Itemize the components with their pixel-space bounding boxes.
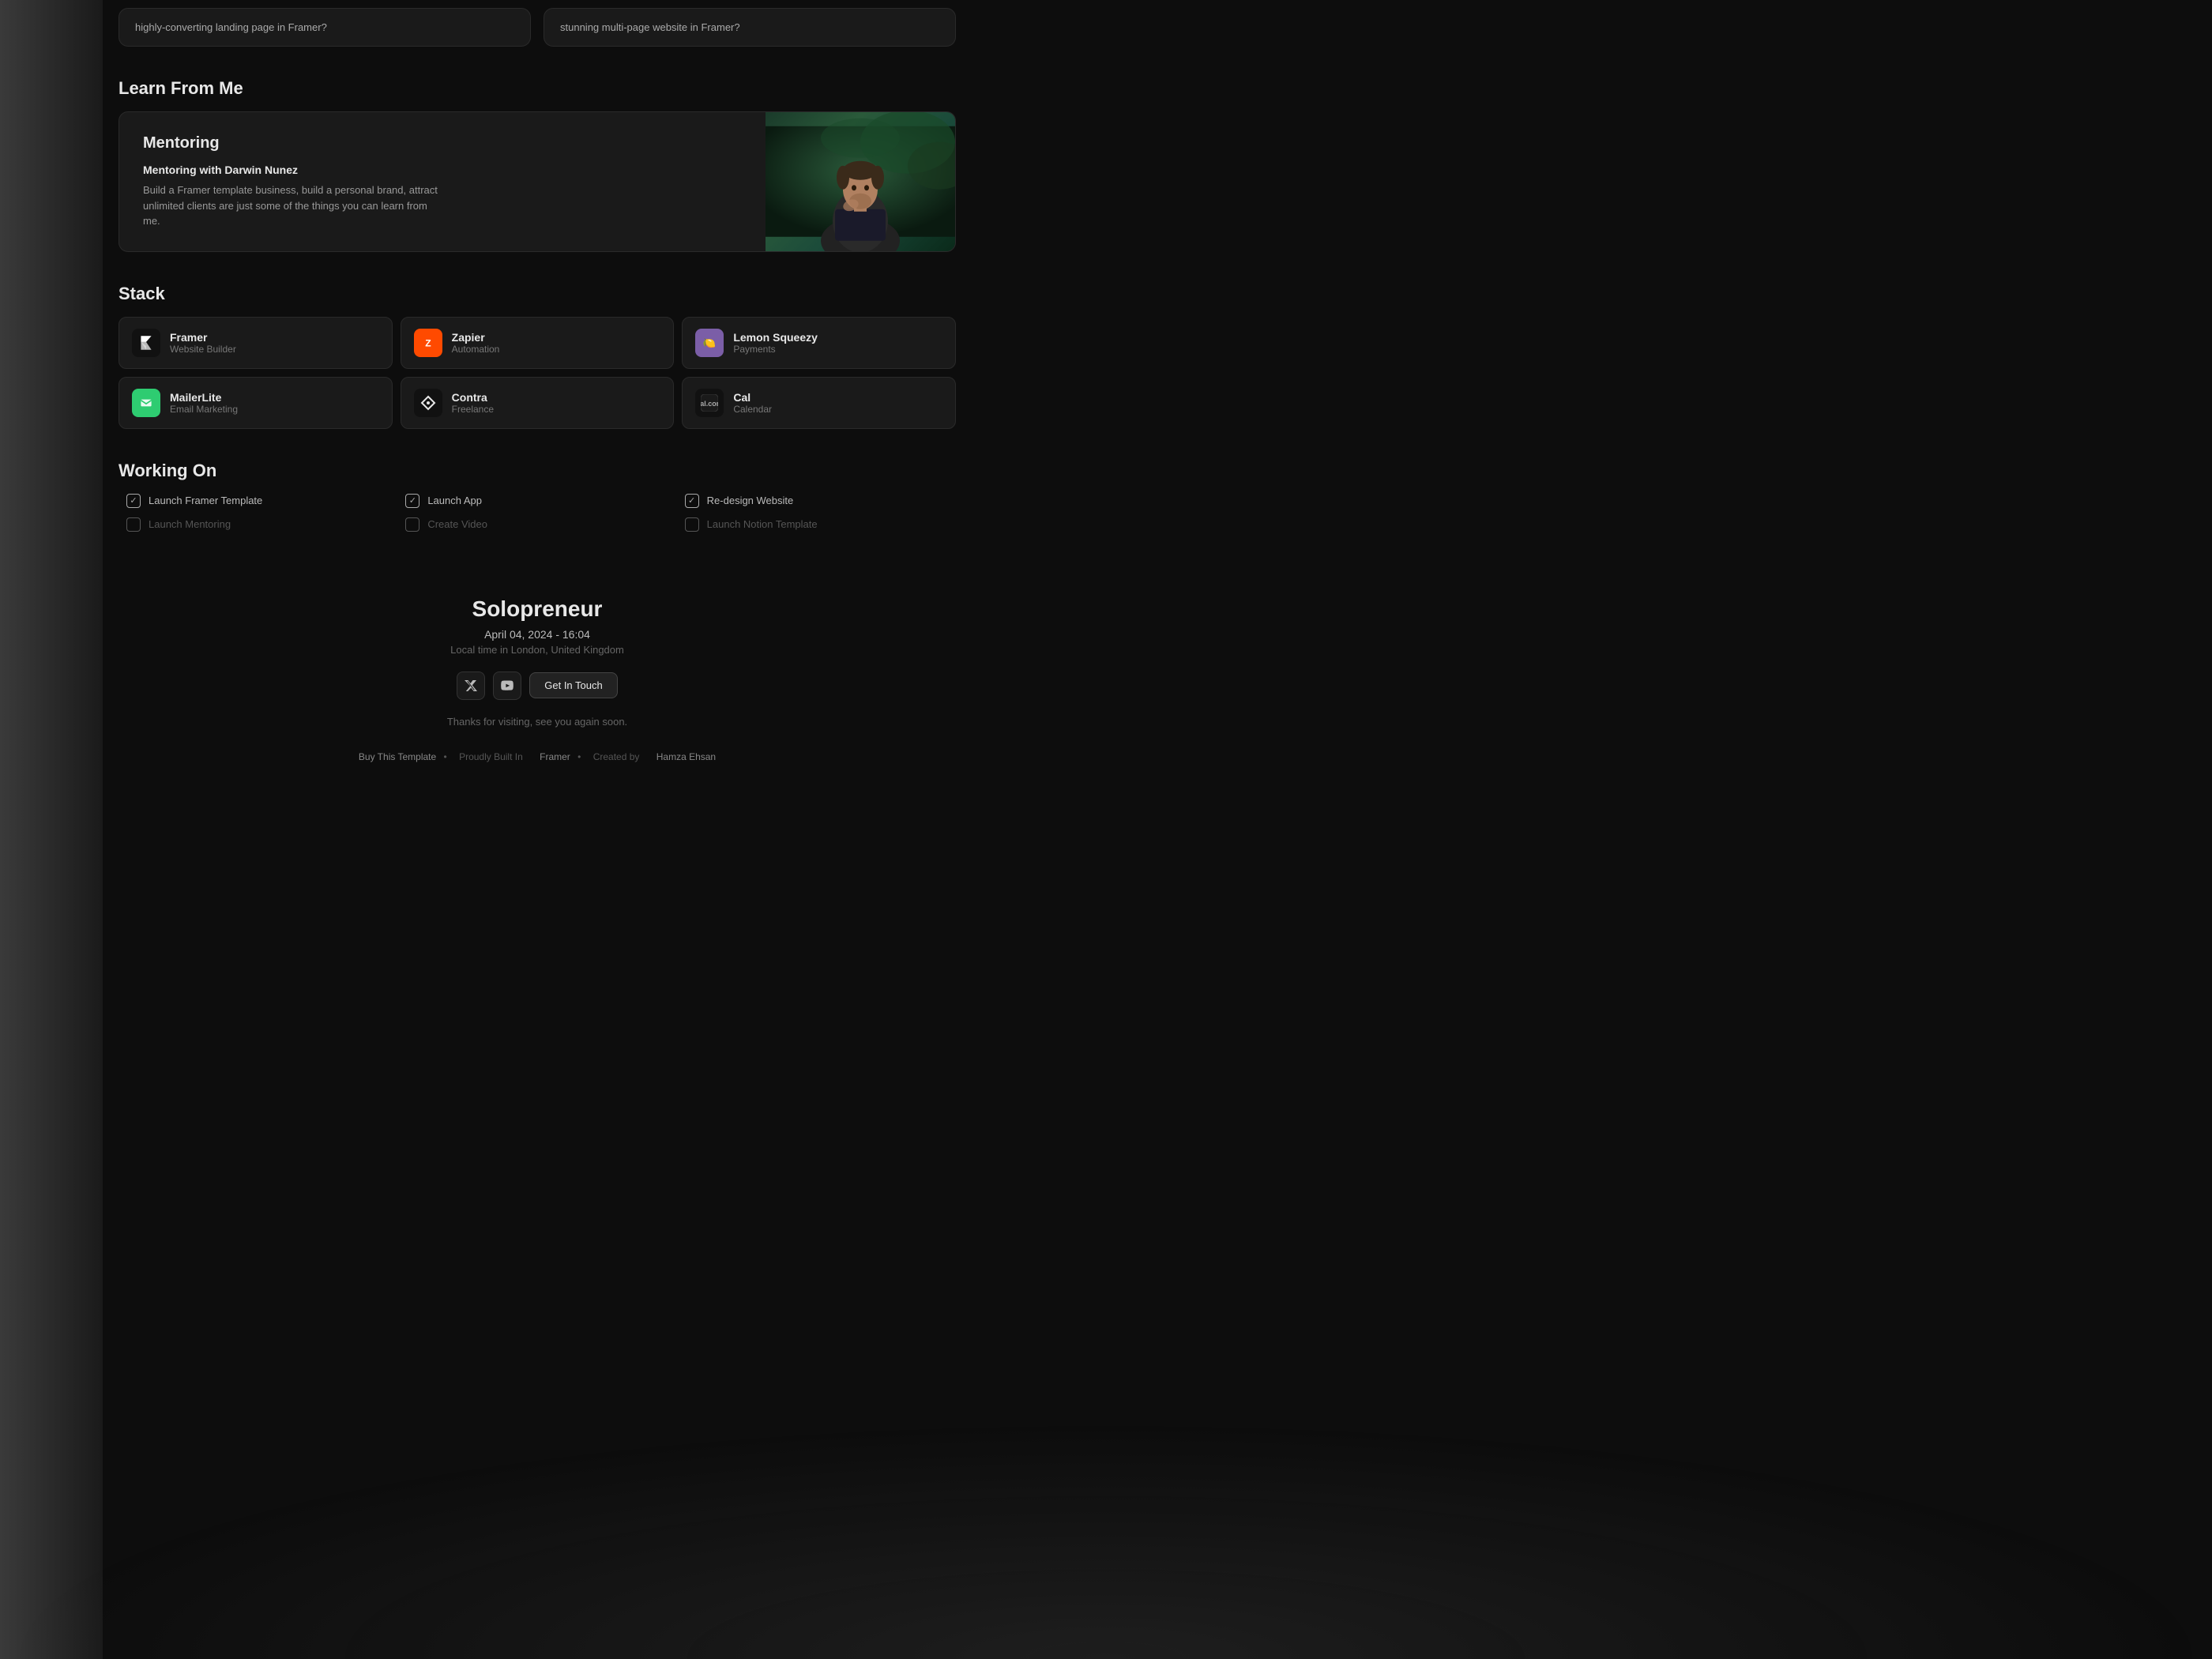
stack-card-contra[interactable]: Contra Freelance — [401, 377, 675, 429]
working-label-0-1: Launch Mentoring — [149, 518, 231, 530]
cal-name: Cal — [733, 391, 772, 404]
lemon-info: Lemon Squeezy Payments — [733, 331, 818, 355]
zapier-name: Zapier — [452, 331, 500, 344]
stack-card-mailerlite[interactable]: MailerLite Email Marketing — [118, 377, 393, 429]
footer-date: April 04, 2024 - 16:04 — [118, 628, 956, 641]
mentoring-subtitle: Mentoring with Darwin Nunez — [143, 164, 742, 176]
footer-bullet-2: • — [577, 751, 584, 762]
working-col-2: Re-design Website Launch Notion Template — [677, 494, 956, 541]
working-label-2-0: Re-design Website — [707, 495, 794, 506]
framer-name: Framer — [170, 331, 236, 344]
mentoring-desc: Build a Framer template business, build … — [143, 182, 443, 229]
framer-link[interactable]: Framer — [540, 751, 570, 762]
stack-grid: Framer Website Builder Z Zapier Autom — [118, 317, 956, 429]
working-item-1-0: Launch App — [405, 494, 668, 508]
cal-desc: Calendar — [733, 404, 772, 415]
contact-label: Get In Touch — [544, 679, 602, 691]
stack-section-title: Stack — [118, 284, 956, 304]
check-icon-pending-0-1 — [126, 517, 141, 532]
top-card-2[interactable]: stunning multi-page website in Framer? — [544, 8, 956, 47]
stack-card-lemon[interactable]: 🍋 Lemon Squeezy Payments — [682, 317, 956, 369]
check-icon-pending-2-1 — [685, 517, 699, 532]
working-item-0-0: Launch Framer Template — [126, 494, 389, 508]
working-label-1-1: Create Video — [427, 518, 487, 530]
footer-thanks: Thanks for visiting, see you again soon. — [118, 716, 956, 728]
svg-text:Z: Z — [425, 337, 431, 348]
lemon-icon: 🍋 — [695, 329, 724, 357]
working-section: Working On Launch Framer Template Launch… — [118, 461, 956, 541]
contra-info: Contra Freelance — [452, 391, 494, 415]
stack-card-zapier[interactable]: Z Zapier Automation — [401, 317, 675, 369]
framer-icon — [132, 329, 160, 357]
main-content: highly-converting landing page in Framer… — [103, 0, 972, 1659]
youtube-icon — [501, 679, 514, 692]
mentoring-image — [766, 112, 955, 251]
footer-bullet-1: • — [444, 751, 450, 762]
working-label-2-1: Launch Notion Template — [707, 518, 818, 530]
check-icon-done-1-0 — [405, 494, 419, 508]
top-card-1[interactable]: highly-converting landing page in Framer… — [118, 8, 531, 47]
cal-icon: cal.com — [695, 389, 724, 417]
working-label-1-0: Launch App — [427, 495, 482, 506]
mailerlite-icon — [132, 389, 160, 417]
working-item-2-1: Launch Notion Template — [685, 517, 948, 532]
left-sidebar — [0, 0, 103, 1659]
check-icon-done-0-0 — [126, 494, 141, 508]
mailerlite-desc: Email Marketing — [170, 404, 238, 415]
contact-button[interactable]: Get In Touch — [529, 672, 617, 698]
stack-section: Stack Framer Website Builder — [118, 284, 956, 429]
working-section-title: Working On — [118, 461, 956, 481]
zapier-desc: Automation — [452, 344, 500, 355]
creator-link[interactable]: Hamza Ehsan — [656, 751, 716, 762]
footer-name: Solopreneur — [118, 596, 956, 622]
footer-location: Local time in London, United Kingdom — [118, 644, 956, 656]
contra-icon — [414, 389, 442, 417]
footer-section: Solopreneur April 04, 2024 - 16:04 Local… — [118, 581, 956, 794]
working-item-0-1: Launch Mentoring — [126, 517, 389, 532]
mailerlite-info: MailerLite Email Marketing — [170, 391, 238, 415]
footer-created-label: Created by — [593, 751, 640, 762]
person-illustration — [766, 112, 955, 251]
lemon-desc: Payments — [733, 344, 818, 355]
footer-links: Buy This Template • Proudly Built In Fra… — [118, 751, 956, 762]
working-col-0: Launch Framer Template Launch Mentoring — [118, 494, 397, 541]
zapier-icon: Z — [414, 329, 442, 357]
mailerlite-name: MailerLite — [170, 391, 238, 404]
contra-desc: Freelance — [452, 404, 494, 415]
mentoring-card[interactable]: Mentoring Mentoring with Darwin Nunez Bu… — [118, 111, 956, 252]
x-icon — [465, 679, 477, 692]
working-item-1-1: Create Video — [405, 517, 668, 532]
stack-card-framer[interactable]: Framer Website Builder — [118, 317, 393, 369]
svg-text:🍋: 🍋 — [703, 337, 716, 348]
check-icon-done-2-0 — [685, 494, 699, 508]
working-item-2-0: Re-design Website — [685, 494, 948, 508]
svg-text:cal.com: cal.com — [701, 400, 718, 408]
learn-section-title: Learn From Me — [118, 78, 956, 99]
top-cards: highly-converting landing page in Framer… — [118, 0, 956, 47]
footer-socials: Get In Touch — [118, 672, 956, 700]
footer-built-label: Proudly Built In — [459, 751, 523, 762]
framer-desc: Website Builder — [170, 344, 236, 355]
lemon-name: Lemon Squeezy — [733, 331, 818, 344]
check-icon-pending-1-1 — [405, 517, 419, 532]
social-x-button[interactable] — [457, 672, 485, 700]
working-col-1: Launch App Create Video — [397, 494, 676, 541]
working-label-0-0: Launch Framer Template — [149, 495, 262, 506]
stack-card-cal[interactable]: cal.com Cal Calendar — [682, 377, 956, 429]
cal-info: Cal Calendar — [733, 391, 772, 415]
learn-section: Learn From Me Mentoring Mentoring with D… — [118, 78, 956, 252]
top-card-1-text: highly-converting landing page in Framer… — [135, 21, 327, 33]
mentoring-text: Mentoring Mentoring with Darwin Nunez Bu… — [119, 112, 766, 251]
top-card-2-text: stunning multi-page website in Framer? — [560, 21, 740, 33]
social-youtube-button[interactable] — [493, 672, 521, 700]
working-grid: Launch Framer Template Launch Mentoring … — [118, 494, 956, 541]
mentoring-title: Mentoring — [143, 134, 742, 152]
zapier-info: Zapier Automation — [452, 331, 500, 355]
buy-template-link[interactable]: Buy This Template — [359, 751, 436, 762]
contra-name: Contra — [452, 391, 494, 404]
framer-info: Framer Website Builder — [170, 331, 236, 355]
